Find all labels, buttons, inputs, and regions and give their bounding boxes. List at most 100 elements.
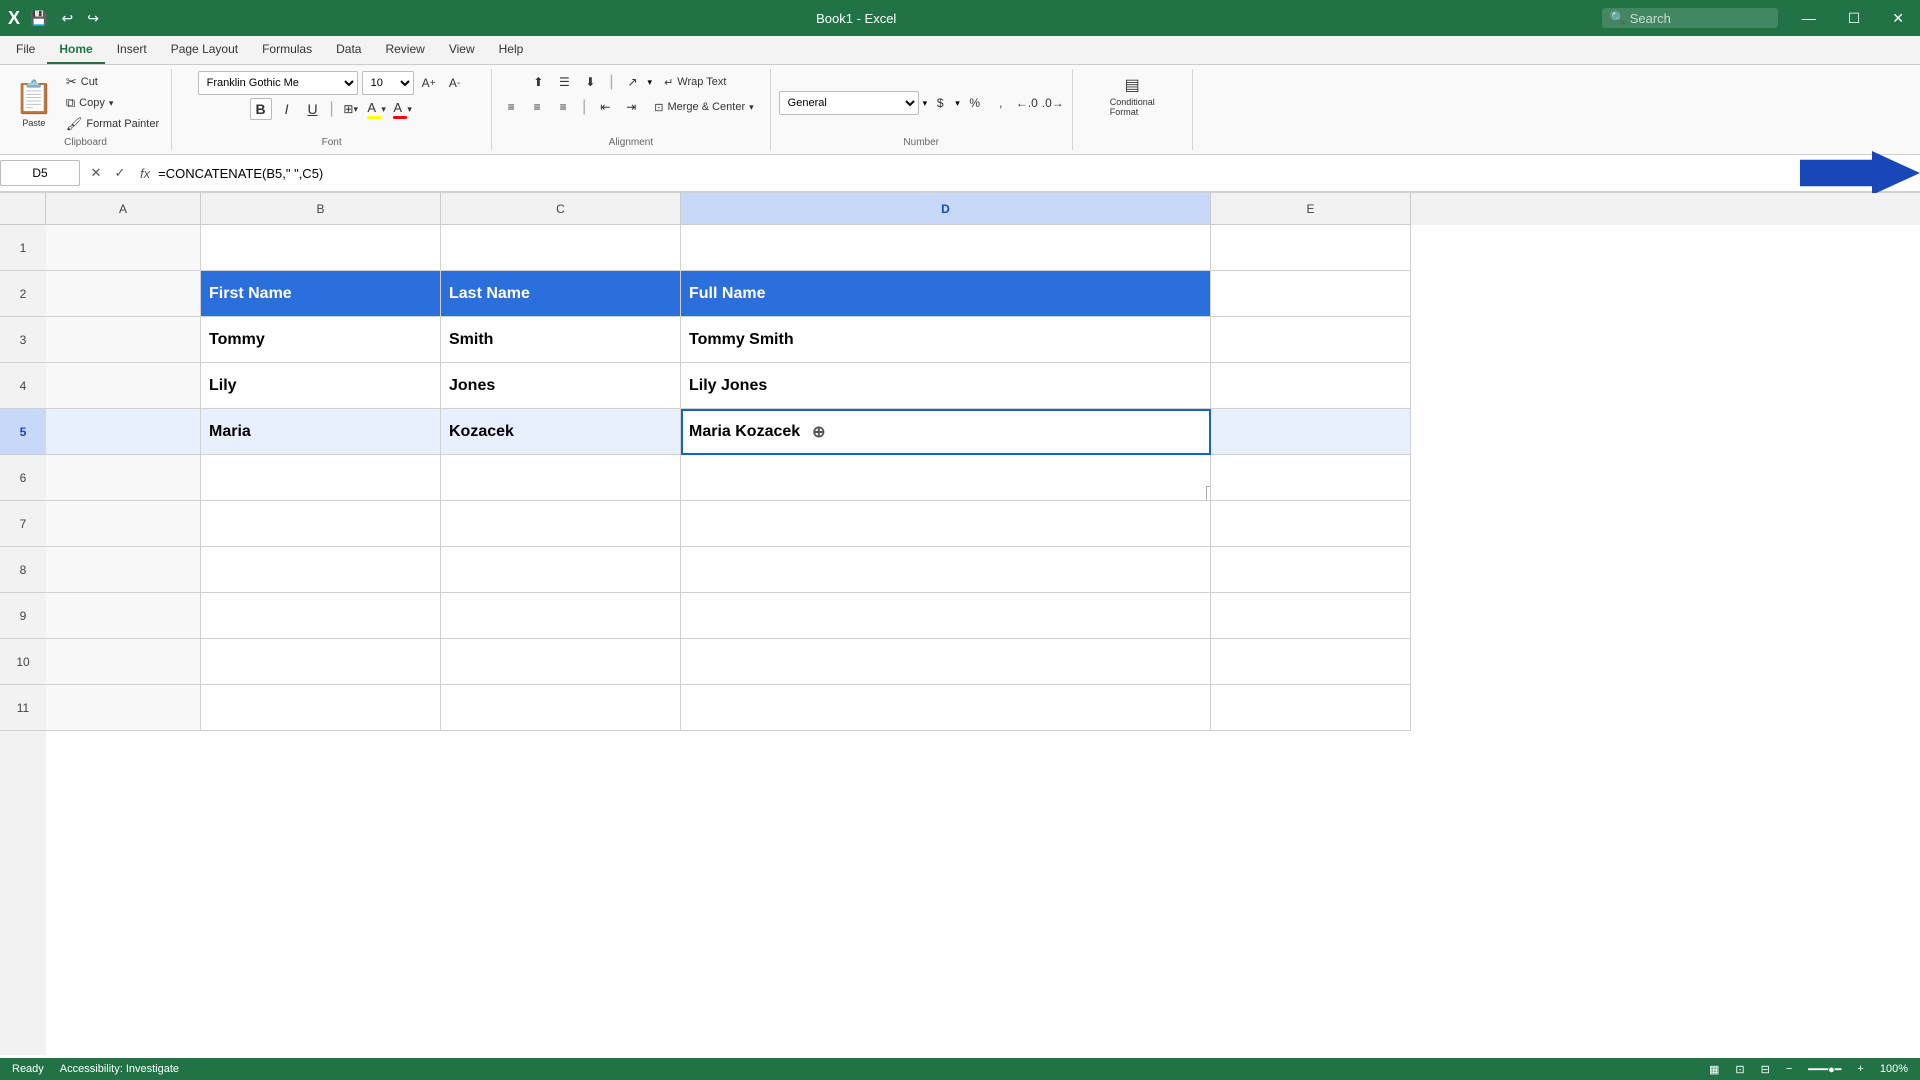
cell-d3[interactable]: Tommy Smith — [681, 317, 1211, 363]
cell-e11[interactable] — [1211, 685, 1411, 731]
cell-reference-box[interactable]: D5 — [0, 160, 80, 186]
borders-button[interactable]: ⊞ ▾ — [340, 98, 362, 120]
cell-b11[interactable] — [201, 685, 441, 731]
zoom-in-icon[interactable]: + — [1857, 1063, 1863, 1075]
cell-b5[interactable]: Maria — [201, 409, 441, 455]
align-bottom-button[interactable]: ⬇ — [579, 71, 601, 93]
cell-c5[interactable]: Kozacek — [441, 409, 681, 455]
close-button[interactable]: ✕ — [1876, 0, 1920, 36]
zoom-out-icon[interactable]: − — [1786, 1063, 1792, 1075]
borders-dropdown-icon[interactable]: ▾ — [353, 104, 358, 115]
tab-review[interactable]: Review — [373, 36, 436, 64]
cell-c11[interactable] — [441, 685, 681, 731]
orientation-button[interactable]: ↗ — [622, 71, 644, 93]
font-color-button[interactable]: A ▾ — [392, 98, 414, 120]
cell-b3[interactable]: Tommy — [201, 317, 441, 363]
cut-button[interactable]: ✂ Cut — [62, 72, 163, 92]
cell-a10[interactable] — [46, 639, 201, 685]
tab-insert[interactable]: Insert — [105, 36, 159, 64]
dollar-dropdown-icon[interactable]: ▾ — [955, 98, 960, 109]
italic-button[interactable]: I — [276, 98, 298, 120]
underline-button[interactable]: U — [302, 98, 324, 120]
cell-c6[interactable] — [441, 455, 681, 501]
cell-e7[interactable] — [1211, 501, 1411, 547]
bold-button[interactable]: B — [250, 98, 272, 120]
copy-dropdown-icon[interactable]: ▾ — [109, 98, 114, 109]
fill-color-button[interactable]: A ▾ — [366, 98, 388, 120]
font-grow-button[interactable]: A+ — [418, 72, 440, 94]
align-middle-button[interactable]: ☰ — [553, 71, 575, 93]
cell-c1[interactable] — [441, 225, 681, 271]
maximize-button[interactable]: ☐ — [1832, 0, 1877, 36]
font-size-select[interactable]: 10 — [362, 71, 414, 95]
align-center-button[interactable]: ≡ — [526, 96, 548, 118]
cell-e2[interactable] — [1211, 271, 1411, 317]
cell-d10[interactable] — [681, 639, 1211, 685]
cell-e3[interactable] — [1211, 317, 1411, 363]
cell-d7[interactable] — [681, 501, 1211, 547]
row-header-6[interactable]: 6 — [0, 455, 46, 501]
row-header-11[interactable]: 11 — [0, 685, 46, 731]
percent-button[interactable]: % — [964, 92, 986, 114]
row-header-8[interactable]: 8 — [0, 547, 46, 593]
tab-view[interactable]: View — [437, 36, 487, 64]
cell-e6[interactable] — [1211, 455, 1411, 501]
cell-d5[interactable]: Maria Kozacek ⊕ — [681, 409, 1211, 455]
row-header-9[interactable]: 9 — [0, 593, 46, 639]
paste-button[interactable]: 📋 Paste — [8, 74, 60, 132]
col-header-e[interactable]: E — [1211, 193, 1411, 225]
col-header-a[interactable]: A — [46, 193, 201, 225]
cell-e5[interactable] — [1211, 409, 1411, 455]
col-header-c[interactable]: C — [441, 193, 681, 225]
cell-a11[interactable] — [46, 685, 201, 731]
cell-e9[interactable] — [1211, 593, 1411, 639]
font-shrink-button[interactable]: A- — [444, 72, 466, 94]
cell-d2[interactable]: Full Name — [681, 271, 1211, 317]
search-box[interactable]: 🔍 — [1602, 8, 1778, 28]
cell-c8[interactable] — [441, 547, 681, 593]
row-header-3[interactable]: 3 — [0, 317, 46, 363]
wrap-text-button[interactable]: ↵ Wrap Text — [656, 73, 734, 92]
cell-a8[interactable] — [46, 547, 201, 593]
cell-b2[interactable]: First Name — [201, 271, 441, 317]
comma-button[interactable]: , — [990, 92, 1012, 114]
minimize-button[interactable]: — — [1786, 0, 1832, 36]
merge-center-button[interactable]: ⊡ Merge & Center ▾ — [646, 98, 761, 117]
view-normal-icon[interactable]: ▦ — [1709, 1063, 1719, 1076]
align-top-button[interactable]: ⬆ — [527, 71, 549, 93]
tab-formulas[interactable]: Formulas — [250, 36, 324, 64]
orientation-dropdown-icon[interactable]: ▾ — [648, 77, 653, 88]
cell-e1[interactable] — [1211, 225, 1411, 271]
cell-a1[interactable] — [46, 225, 201, 271]
cell-d9[interactable] — [681, 593, 1211, 639]
cell-a6[interactable] — [46, 455, 201, 501]
cancel-formula-button[interactable]: ✕ — [86, 163, 106, 183]
cell-b4[interactable]: Lily — [201, 363, 441, 409]
cell-c2[interactable]: Last Name — [441, 271, 681, 317]
cell-c9[interactable] — [441, 593, 681, 639]
number-format-dropdown-icon[interactable]: ▾ — [923, 98, 928, 109]
view-break-icon[interactable]: ⊟ — [1761, 1063, 1770, 1076]
increase-decimal-button[interactable]: .0→ — [1042, 92, 1064, 114]
copy-button[interactable]: ⧉ Copy ▾ — [62, 93, 163, 113]
cell-d6[interactable]: ⧉ — [681, 455, 1211, 501]
cell-c3[interactable]: Smith — [441, 317, 681, 363]
align-left-button[interactable]: ≡ — [500, 96, 522, 118]
cell-d4[interactable]: Lily Jones — [681, 363, 1211, 409]
format-painter-button[interactable]: 🖌 Format Painter — [62, 114, 163, 134]
conditional-format-button[interactable]: ▤ ConditionalFormat — [1104, 71, 1161, 121]
cell-e8[interactable] — [1211, 547, 1411, 593]
cell-a4[interactable] — [46, 363, 201, 409]
row-header-2[interactable]: 2 — [0, 271, 46, 317]
cell-a9[interactable] — [46, 593, 201, 639]
cell-a2[interactable] — [46, 271, 201, 317]
zoom-slider[interactable]: ━━━●━ — [1808, 1063, 1841, 1076]
cell-b9[interactable] — [201, 593, 441, 639]
cell-c7[interactable] — [441, 501, 681, 547]
view-layout-icon[interactable]: ⊡ — [1735, 1063, 1744, 1076]
font-name-select[interactable]: Franklin Gothic Me — [198, 71, 358, 95]
row-header-7[interactable]: 7 — [0, 501, 46, 547]
col-header-b[interactable]: B — [201, 193, 441, 225]
formula-input[interactable] — [154, 160, 1792, 186]
cell-c10[interactable] — [441, 639, 681, 685]
